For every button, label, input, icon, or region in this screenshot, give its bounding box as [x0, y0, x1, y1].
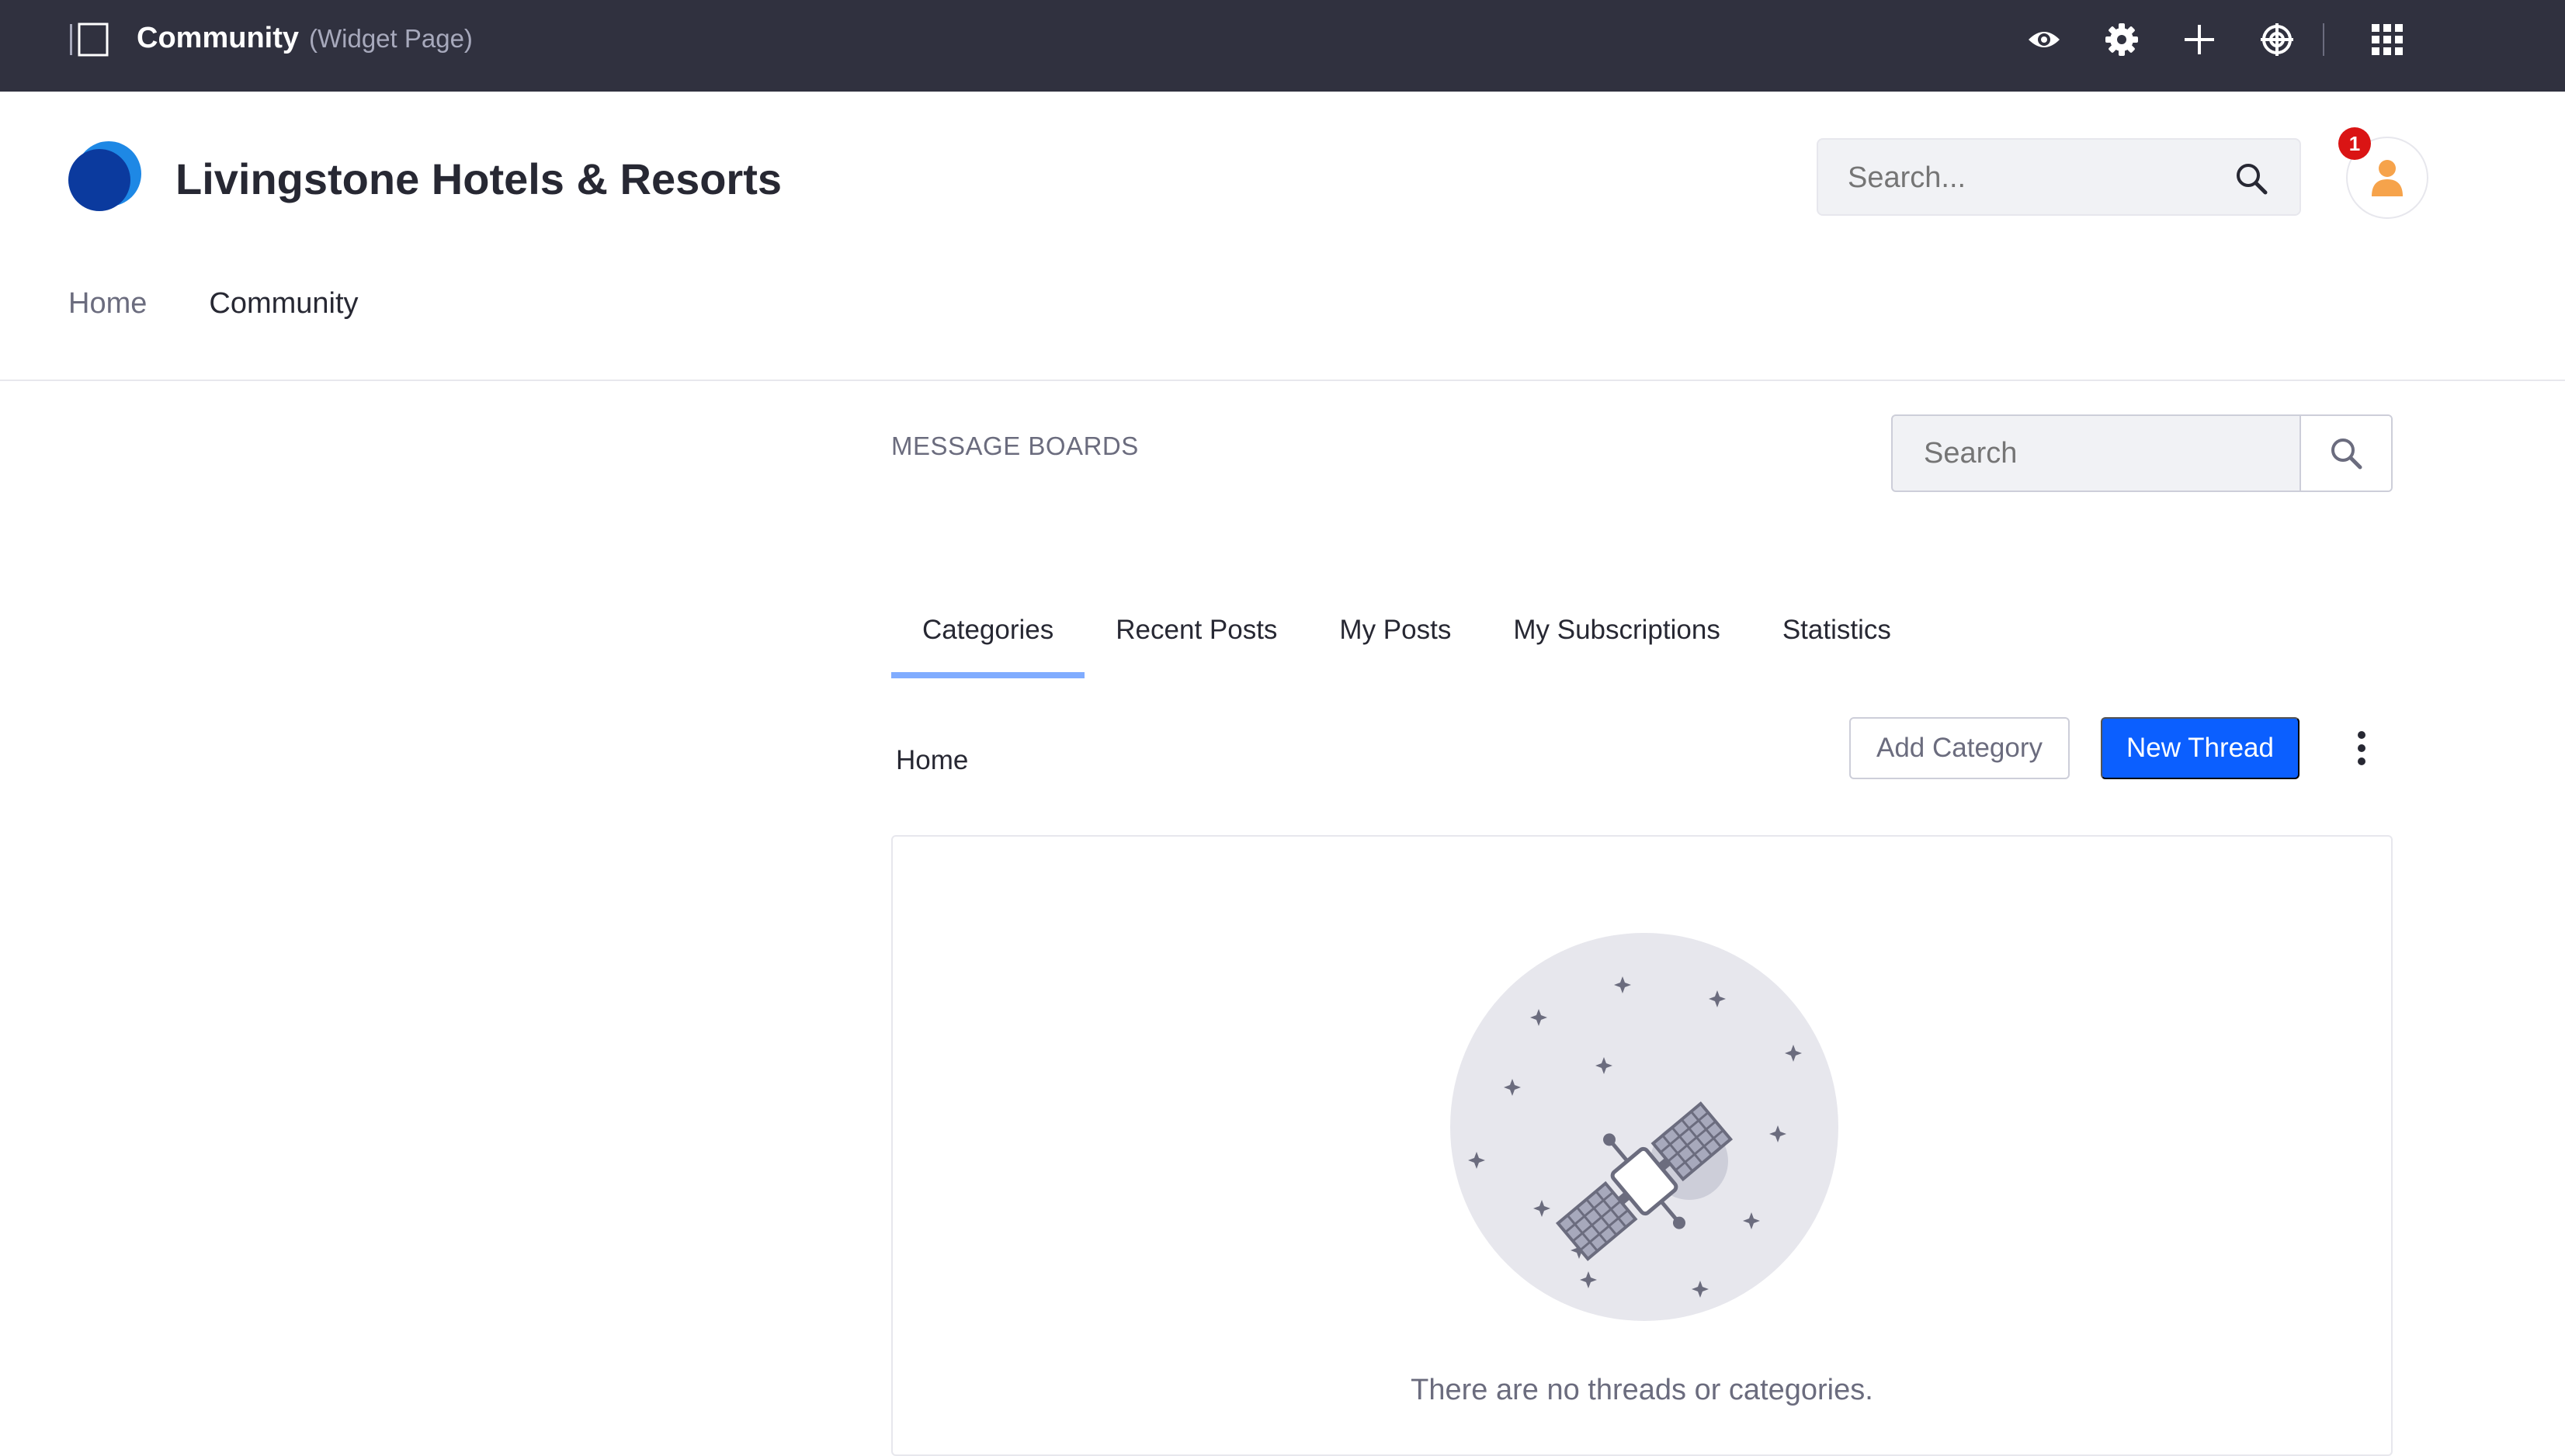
- tab-statistics[interactable]: Statistics: [1751, 590, 1922, 678]
- apps-grid-icon[interactable]: [2368, 20, 2407, 59]
- empty-state-card: There are no threads or categories.: [891, 835, 2393, 1456]
- search-icon[interactable]: [2234, 161, 2268, 196]
- portlet-search-input[interactable]: [1893, 416, 2301, 491]
- satellite-illustration: [1450, 933, 1838, 1321]
- nav-item-community[interactable]: Community: [209, 287, 358, 321]
- portlet-title: MESSAGE BOARDS: [891, 432, 1139, 460]
- site-navigation: Home Community: [68, 287, 359, 321]
- site-name[interactable]: Livingstone Hotels & Resorts: [175, 154, 782, 204]
- user-icon: [2372, 160, 2403, 196]
- new-thread-button[interactable]: New Thread: [2101, 717, 2299, 779]
- kebab-menu-icon[interactable]: [2346, 725, 2377, 771]
- notification-badge: 1: [2338, 127, 2371, 160]
- sidebar-toggle-icon[interactable]: [68, 21, 110, 58]
- gear-icon[interactable]: [2102, 20, 2141, 59]
- site-logo[interactable]: [67, 141, 144, 213]
- breadcrumb: Home: [896, 745, 969, 775]
- portlet-search-button[interactable]: [2299, 416, 2391, 491]
- tab-categories[interactable]: Categories: [891, 590, 1085, 678]
- header-divider: [0, 380, 2565, 381]
- eye-icon[interactable]: [2025, 20, 2063, 59]
- plus-icon[interactable]: [2180, 20, 2219, 59]
- message-boards-tabs: Categories Recent Posts My Posts My Subs…: [891, 590, 1922, 678]
- add-category-button[interactable]: Add Category: [1849, 717, 2070, 779]
- portlet-search-box: [1891, 414, 2393, 492]
- page-type-label: (Widget Page): [309, 24, 473, 53]
- header-search-box: [1817, 138, 2301, 216]
- page-title: Community: [137, 22, 299, 54]
- toolbar-divider: [2323, 23, 2324, 56]
- site-header: [0, 92, 2565, 380]
- empty-state-message: There are no threads or categories.: [1411, 1374, 1873, 1406]
- tab-recent-posts[interactable]: Recent Posts: [1085, 590, 1308, 678]
- nav-item-home[interactable]: Home: [68, 287, 147, 321]
- search-icon: [2331, 439, 2362, 470]
- control-menu: Community (Widget Page): [0, 0, 2565, 92]
- simulation-icon[interactable]: [2258, 20, 2296, 59]
- header-search-input[interactable]: [1848, 157, 2220, 199]
- tab-my-posts[interactable]: My Posts: [1308, 590, 1482, 678]
- tab-my-subscriptions[interactable]: My Subscriptions: [1482, 590, 1751, 678]
